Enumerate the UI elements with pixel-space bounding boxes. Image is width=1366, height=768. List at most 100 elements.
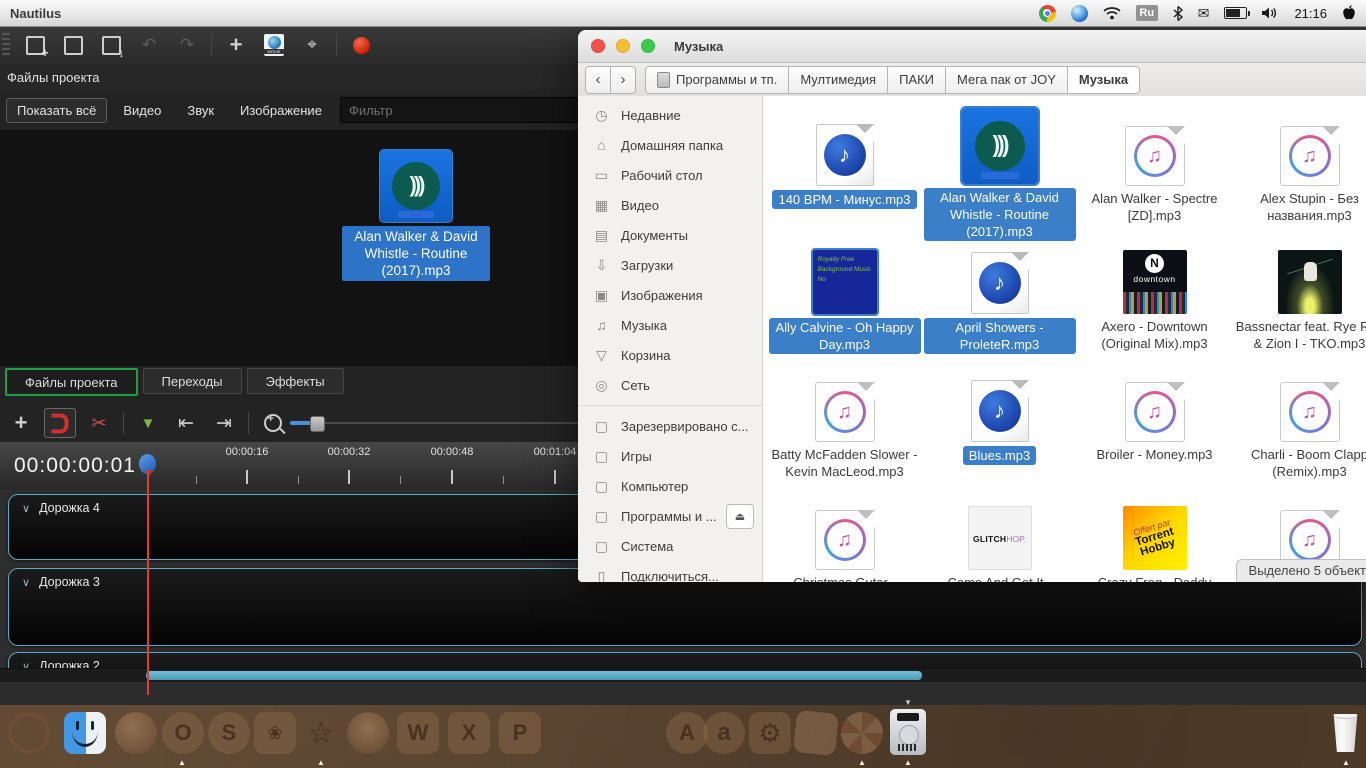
- breadcrumb-item[interactable]: Программы и тп.: [645, 66, 789, 94]
- excel-icon[interactable]: X: [448, 712, 490, 754]
- minimize-button[interactable]: [616, 39, 630, 53]
- undo-button[interactable]: ↶: [136, 32, 162, 58]
- sidebar-item-programs[interactable]: ▢Программы и ... ⏏: [578, 501, 762, 531]
- file-item[interactable]: ))) Alan Walker & David Whistle - Routin…: [924, 108, 1076, 236]
- apple-menu-icon[interactable]: [1342, 5, 1356, 21]
- wifi-icon[interactable]: [1103, 6, 1121, 20]
- photos-icon[interactable]: ❀: [254, 712, 296, 754]
- file-item[interactable]: ♫ Batty McFadden Slower - Kevin MacLeod.…: [769, 364, 921, 492]
- imovie-icon[interactable]: ☆: [300, 712, 342, 754]
- file-item[interactable]: ♪ 140 BPM - Минус.mp3: [769, 108, 921, 236]
- sidebar-item-documents[interactable]: ▤Документы: [578, 220, 762, 250]
- breadcrumb-item-current[interactable]: Музыка: [1068, 66, 1140, 94]
- forward-button[interactable]: ›: [611, 66, 636, 94]
- scrollbar-thumb[interactable]: [146, 671, 922, 680]
- eagle-app-icon[interactable]: [347, 712, 389, 754]
- finder-icon[interactable]: [64, 712, 106, 754]
- sidebar-item-videos[interactable]: ▦Видео: [578, 190, 762, 220]
- hard-drive-icon[interactable]: [890, 709, 926, 755]
- toolbar-drag-handle[interactable]: [2, 33, 10, 57]
- breadcrumb-item[interactable]: ПАКИ: [888, 66, 946, 94]
- filter-audio-button[interactable]: Звук: [177, 99, 224, 122]
- sidebar-item-network[interactable]: ◎Сеть: [578, 370, 762, 400]
- breadcrumb-item[interactable]: Мултимедия: [789, 66, 888, 94]
- word-icon[interactable]: W: [397, 712, 439, 754]
- add-marker-button[interactable]: ▼: [135, 410, 161, 436]
- file-item[interactable]: ♫ Christmas Gutar - Akashic Records.: [769, 492, 921, 582]
- shutter-app-icon[interactable]: [841, 712, 883, 754]
- open-project-button[interactable]: [60, 32, 86, 58]
- amazon-icon[interactable]: a: [703, 712, 745, 754]
- track-collapse-chevron-icon[interactable]: ∨: [22, 502, 30, 515]
- save-project-button[interactable]: ↓: [98, 32, 124, 58]
- redo-button[interactable]: ↷: [174, 32, 200, 58]
- snapping-toggle-button[interactable]: [44, 408, 76, 438]
- add-track-button[interactable]: +: [8, 410, 34, 436]
- file-item[interactable]: ♫ Charli - Boom Clapp (Remix).mp3: [1234, 364, 1366, 492]
- tab-effects[interactable]: Эффекты: [247, 368, 344, 394]
- opera-icon[interactable]: O: [162, 712, 204, 754]
- track-collapse-chevron-icon[interactable]: ∨: [22, 660, 30, 669]
- maximize-button[interactable]: [641, 39, 655, 53]
- sidebar-item-system[interactable]: ▢Система: [578, 531, 762, 561]
- new-project-button[interactable]: +: [22, 32, 48, 58]
- battery-icon[interactable]: [1224, 7, 1247, 19]
- sidebar-item-pictures[interactable]: ▣Изображения: [578, 280, 762, 310]
- file-item[interactable]: ♪ Blues.mp3: [924, 364, 1076, 492]
- launchpad-icon[interactable]: [793, 710, 839, 756]
- filter-image-button[interactable]: Изображение: [230, 99, 332, 122]
- file-item[interactable]: Offert parTorrent Hobby Crazy Frog - Dad…: [1079, 492, 1231, 582]
- sidebar-item-music[interactable]: ♫Музыка: [578, 310, 762, 340]
- trash-icon[interactable]: [1332, 714, 1359, 752]
- sidebar-item-desktop[interactable]: ▭Рабочий стол: [578, 160, 762, 190]
- system-preferences-icon[interactable]: ⚙: [749, 712, 791, 754]
- clock[interactable]: 21:16: [1294, 6, 1327, 21]
- file-item[interactable]: Royalty Free Background Music No Ally Ca…: [769, 236, 921, 364]
- sidebar-item-recent[interactable]: ◷Недавние: [578, 100, 762, 130]
- ubuntu-icon[interactable]: [8, 712, 50, 754]
- bluetooth-icon[interactable]: [1173, 6, 1183, 21]
- sidebar-item-downloads[interactable]: ⇩Загрузки: [578, 250, 762, 280]
- file-item[interactable]: GLITCHHOP. Come And Get It - Razihel.mp3: [924, 492, 1076, 582]
- filter-video-button[interactable]: Видео: [113, 99, 171, 122]
- sidebar-item-home[interactable]: ⌂Домашняя папка: [578, 130, 762, 160]
- close-button[interactable]: [591, 39, 605, 53]
- file-item[interactable]: ♫ Alan Walker - Spectre [ZD].mp3: [1079, 108, 1231, 236]
- firefox-icon[interactable]: [115, 712, 157, 754]
- swirl-app-icon[interactable]: [1071, 5, 1088, 22]
- file-item[interactable]: Bassnectar feat. Rye Rye & Zion I - TKO.…: [1234, 236, 1366, 364]
- keyboard-layout-indicator[interactable]: Ru: [1136, 5, 1158, 21]
- project-file-item[interactable]: ))) Alan Walker & David Whistle - Routin…: [343, 150, 489, 281]
- filter-show-all-button[interactable]: Показать всё: [6, 98, 107, 123]
- file-item[interactable]: N downtown Axero - Downtown (Original Mi…: [1079, 236, 1231, 364]
- sidebar-item-connect[interactable]: ▯Подключиться...: [578, 561, 762, 582]
- mail-icon[interactable]: ✉: [1198, 5, 1210, 22]
- file-item[interactable]: ♫ Broiler - Money.mp3: [1079, 364, 1231, 492]
- breadcrumb-item[interactable]: Мега пак от JOY: [946, 66, 1068, 94]
- export-video-button[interactable]: MOVIE: [261, 32, 287, 58]
- eject-button[interactable]: ⏏: [726, 504, 754, 529]
- app-store-icon[interactable]: A: [666, 712, 708, 754]
- timeline-horizontal-scrollbar[interactable]: [0, 668, 1366, 683]
- next-marker-button[interactable]: ⇥: [211, 410, 237, 436]
- previous-marker-button[interactable]: ⇤: [173, 410, 199, 436]
- sidebar-item-computer[interactable]: ▢Компьютер: [578, 471, 762, 501]
- track-2[interactable]: ∨ Дорожка 2: [8, 652, 1362, 668]
- nautilus-titlebar[interactable]: Музыка: [578, 30, 1366, 63]
- chrome-icon[interactable]: [1039, 5, 1056, 22]
- import-files-button[interactable]: +: [223, 32, 249, 58]
- skype-icon[interactable]: S: [208, 712, 250, 754]
- track-collapse-chevron-icon[interactable]: ∨: [22, 576, 30, 589]
- nautilus-file-grid-area[interactable]: ♪ 140 BPM - Минус.mp3 ))) Alan Walker & …: [763, 96, 1366, 582]
- back-button[interactable]: ‹: [585, 66, 611, 94]
- powerpoint-icon[interactable]: P: [499, 712, 541, 754]
- volume-icon[interactable]: [1262, 6, 1279, 20]
- tab-transitions[interactable]: Переходы: [143, 368, 242, 394]
- sidebar-item-reserved[interactable]: ▢Зарезервировано с...: [578, 411, 762, 441]
- sidebar-item-trash[interactable]: ▽Корзина: [578, 340, 762, 370]
- razor-tool-button[interactable]: ✂: [86, 410, 112, 436]
- sidebar-item-games[interactable]: ▢Игры: [578, 441, 762, 471]
- zoom-in-icon[interactable]: [264, 414, 282, 432]
- record-button[interactable]: [348, 32, 374, 58]
- active-app-name[interactable]: Nautilus: [10, 6, 61, 21]
